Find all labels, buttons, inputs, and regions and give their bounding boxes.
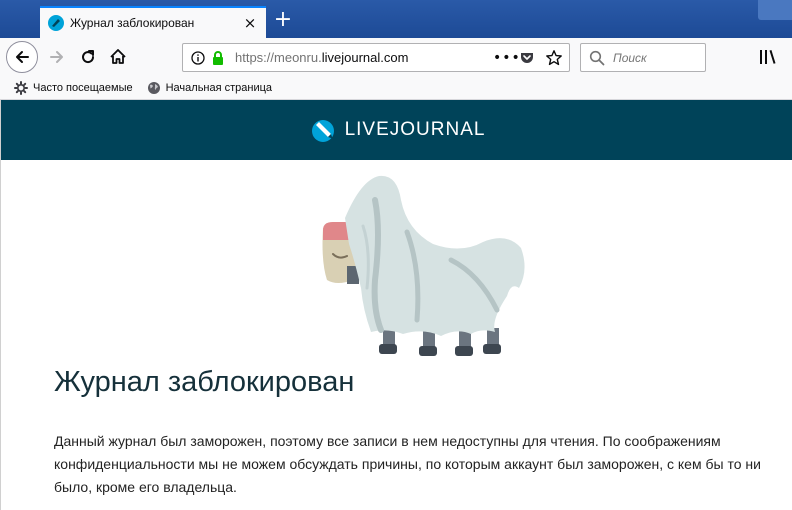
reload-icon	[82, 50, 95, 64]
ghost-horse-illustration	[322, 175, 525, 356]
bookmark-label: Часто посещаемые	[33, 81, 133, 94]
search-box[interactable]	[580, 43, 706, 72]
livejournal-favicon-icon	[48, 15, 64, 31]
search-input[interactable]	[613, 50, 703, 65]
logo-text: LIVEJOURNAL	[344, 119, 486, 140]
pocket-icon[interactable]	[519, 50, 535, 66]
site-header: LIVEJOURNAL	[1, 100, 792, 160]
bookmark-most-visited[interactable]: Часто посещаемые	[14, 80, 133, 95]
lock-icon[interactable]	[211, 50, 225, 65]
livejournal-logo-icon	[311, 120, 334, 142]
page-title: Журнал заблокирован	[54, 366, 355, 398]
bookmark-label: Начальная страница	[165, 81, 273, 94]
back-button[interactable]	[6, 41, 38, 73]
gear-icon	[14, 80, 28, 95]
library-icon[interactable]	[756, 46, 780, 68]
livejournal-logo[interactable]: LIVEJOURNAL	[309, 116, 486, 144]
tab-title: Журнал заблокирован	[70, 16, 195, 30]
nav-bar: https://meonru.livejournal.com •••	[0, 38, 792, 76]
url-bar[interactable]: https://meonru.livejournal.com •••	[182, 43, 570, 72]
page-actions-icon[interactable]: •••	[493, 50, 520, 66]
arrow-left-icon	[16, 51, 29, 63]
new-tab-button[interactable]: +	[270, 8, 296, 34]
url-prefix: https://meonru.	[235, 50, 322, 65]
reload-button[interactable]	[73, 42, 103, 72]
home-icon	[110, 49, 126, 64]
forward-button[interactable]	[42, 42, 72, 72]
blocked-description: Данный журнал был заморожен, поэтому все…	[54, 433, 761, 495]
close-tab-icon[interactable]: ×	[242, 15, 258, 31]
window-controls[interactable]	[758, 0, 792, 20]
search-icon	[589, 50, 605, 65]
bookmark-start-page[interactable]: Начальная страница	[147, 81, 272, 95]
info-icon[interactable]	[191, 50, 205, 65]
bookmark-star-icon[interactable]	[545, 49, 563, 67]
tab-strip: Журнал заблокирован × +	[0, 0, 792, 38]
globe-icon	[147, 81, 160, 94]
home-button[interactable]	[103, 42, 133, 72]
bookmarks-toolbar: Часто посещаемые Начальная страница	[0, 76, 792, 100]
url-domain: livejournal.com	[321, 50, 409, 65]
url-text[interactable]: https://meonru.livejournal.com	[235, 50, 493, 65]
page-content: LIVEJOURNAL Журнал заблокирован Данный ж…	[0, 100, 792, 510]
arrow-right-icon	[50, 51, 63, 63]
tab-active[interactable]: Журнал заблокирован ×	[40, 6, 266, 38]
